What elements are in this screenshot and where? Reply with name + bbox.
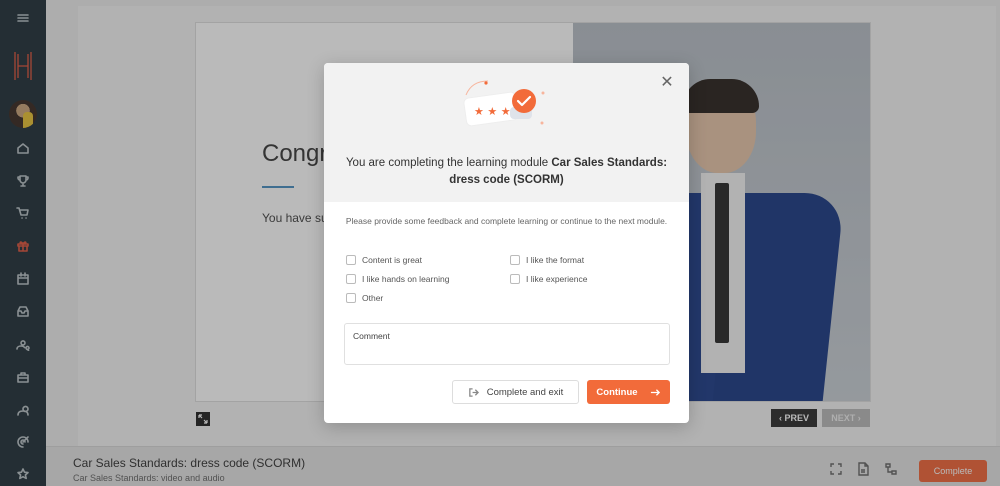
checkbox[interactable] (346, 274, 356, 284)
option-content-great[interactable]: Content is great (346, 255, 422, 265)
modal-title-prefix: You are completing the learning module (345, 157, 552, 169)
modal-title: You are completing the learning module C… (338, 155, 675, 189)
checkbox[interactable] (510, 255, 520, 265)
comment-field[interactable]: Comment (344, 323, 670, 365)
option-label: I like the format (526, 255, 585, 265)
option-label: I like hands on learning (362, 274, 450, 284)
continue-label: Continue (596, 386, 638, 398)
completion-modal: ✕ ★ ★ ★ You are completing the learning … (324, 63, 689, 423)
exit-icon (468, 387, 479, 397)
checkbox[interactable] (510, 274, 520, 284)
option-label: Content is great (362, 255, 423, 265)
checkbox[interactable] (346, 293, 356, 303)
complete-and-exit-label: Complete and exit (486, 386, 564, 398)
complete-and-exit-button[interactable]: Complete and exit (452, 380, 579, 404)
comment-label: Comment (353, 331, 390, 341)
rating-illustration-icon: ★ ★ ★ (463, 80, 545, 127)
checkbox[interactable] (346, 255, 356, 265)
option-other[interactable]: Other (346, 293, 383, 303)
option-hands-on[interactable]: I like hands on learning (346, 274, 449, 284)
modal-description: Please provide some feedback and complet… (345, 216, 668, 226)
option-label: Other (362, 293, 384, 303)
close-icon[interactable]: ✕ (659, 75, 675, 91)
option-like-format[interactable]: I like the format (510, 255, 584, 265)
option-like-experience[interactable]: I like experience (510, 274, 587, 284)
continue-button[interactable]: Continue (587, 380, 670, 404)
arrow-right-icon (650, 388, 660, 396)
svg-text:★ ★ ★: ★ ★ ★ (474, 105, 511, 118)
option-label: I like experience (526, 274, 588, 284)
